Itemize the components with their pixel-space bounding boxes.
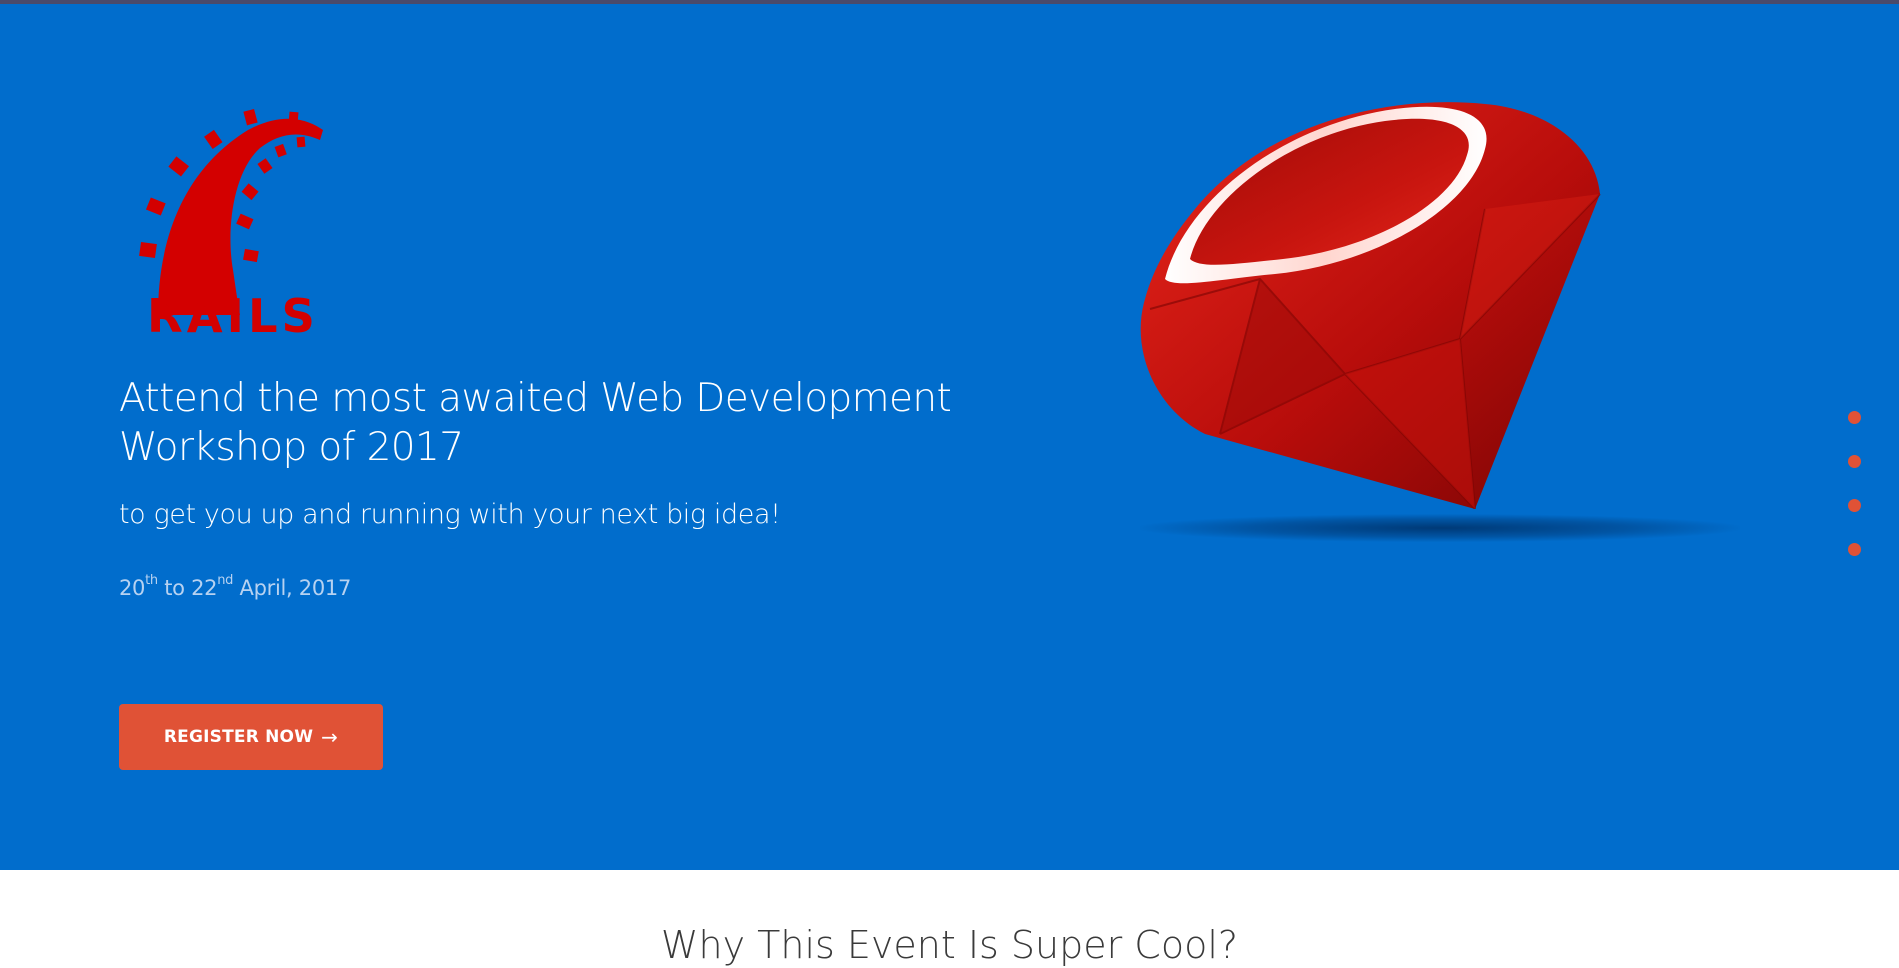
hero-section: RAILS Attend the most awaited Web Develo… bbox=[0, 4, 1899, 870]
slider-dot-2[interactable] bbox=[1848, 455, 1861, 468]
ruby-shadow bbox=[1140, 514, 1740, 542]
rails-logo-text: RAILS bbox=[147, 289, 319, 336]
rails-logo-icon: RAILS bbox=[139, 108, 323, 336]
hero-subtitle: to get you up and running with your next… bbox=[119, 499, 781, 530]
section-heading: Why This Event Is Super Cool? bbox=[660, 923, 1239, 967]
hero-headline: Attend the most awaited Web Development … bbox=[119, 376, 952, 470]
end-day: 22 bbox=[191, 576, 218, 600]
month-year: April, 2017 bbox=[233, 576, 352, 600]
start-day: 20 bbox=[119, 576, 146, 600]
register-now-button[interactable]: REGISTER NOW → bbox=[119, 704, 383, 770]
slider-dot-3[interactable] bbox=[1848, 499, 1861, 512]
ruby-gem-icon bbox=[1140, 102, 1601, 509]
register-now-label: REGISTER NOW bbox=[163, 727, 314, 747]
start-day-suffix: th bbox=[145, 573, 158, 588]
end-day-suffix: nd bbox=[217, 573, 234, 588]
date-connector: to bbox=[157, 576, 192, 600]
slider-dot-1[interactable] bbox=[1848, 411, 1861, 424]
arrow-right-icon: → bbox=[321, 725, 339, 749]
slider-dots bbox=[1848, 411, 1862, 587]
event-dates: 20th to 22nd April, 2017 bbox=[119, 574, 351, 602]
slider-dot-4[interactable] bbox=[1848, 543, 1861, 556]
